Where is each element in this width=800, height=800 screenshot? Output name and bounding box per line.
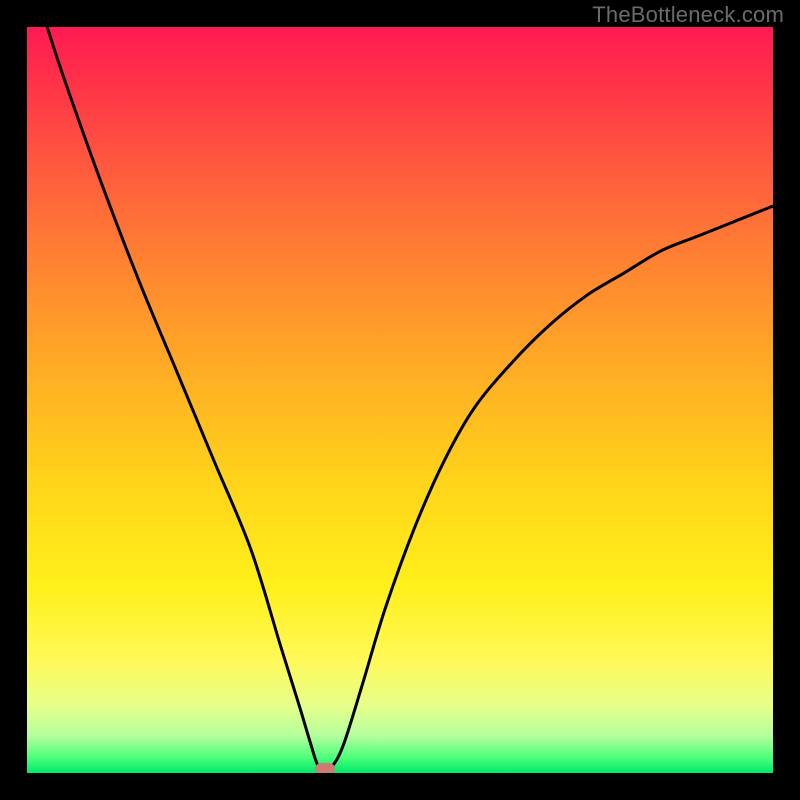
optimal-marker: [315, 763, 335, 773]
plot-area: [27, 27, 773, 773]
bottleneck-curve: [27, 27, 773, 773]
chart-frame: TheBottleneck.com: [0, 0, 800, 800]
watermark-text: TheBottleneck.com: [592, 2, 784, 28]
